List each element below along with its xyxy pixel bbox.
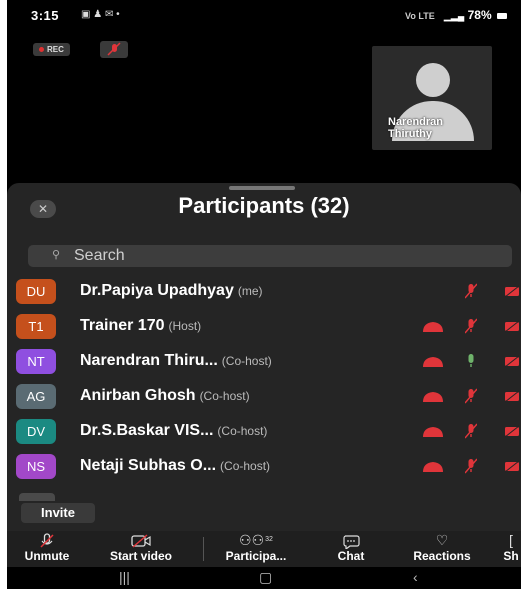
mic-on-icon[interactable] (465, 353, 477, 369)
camera-off-icon[interactable] (505, 460, 521, 473)
list-item[interactable]: NT Narendran Thiru... (Co-host) (7, 345, 521, 379)
participant-name-text: Narendran Thiru... (80, 352, 218, 369)
unmute-label: Unmute (24, 549, 70, 563)
camera-off-icon[interactable] (505, 355, 521, 368)
back-icon[interactable]: ‹ (413, 569, 418, 585)
participant-role: (Co-host) (199, 389, 250, 403)
participant-name-text: Anirban Ghosh (80, 387, 196, 404)
participants-count: 32 (265, 536, 273, 543)
video-off-icon (89, 531, 193, 549)
mic-off-icon[interactable] (465, 318, 477, 334)
start-video-button[interactable]: Start video (89, 531, 193, 567)
participants-label: Participa... (225, 549, 287, 563)
participant-name: Netaji Subhas O... (Co-host) (80, 457, 270, 475)
list-item[interactable]: AG Anirban Ghosh (Co-host) (7, 380, 521, 414)
share-label: Sh (503, 549, 519, 563)
reactions-button[interactable]: ♡ Reactions (397, 531, 487, 567)
participants-icon: ⚇⚇32 (239, 532, 273, 548)
participant-name-text: Dr.S.Baskar VIS... (80, 422, 214, 439)
participant-role: (Co-host) (220, 459, 271, 473)
chat-label: Chat (337, 549, 365, 563)
video-off-icon (423, 462, 443, 472)
record-dot-icon (39, 47, 44, 53)
battery-text: 78% (467, 8, 492, 22)
share-button[interactable]: [ Sh (501, 531, 521, 567)
status-bar: 3:15 ▣ ♟ ✉ • Vo LTE ▁▂▄ 78% (7, 0, 521, 32)
reactions-label: Reactions (413, 549, 471, 563)
list-item[interactable]: DU Dr.Papiya Upadhyay (me) (7, 275, 521, 309)
participant-name: Narendran Thiru... (Co-host) (80, 352, 272, 370)
participant-role: (Host) (168, 319, 202, 333)
list-item[interactable]: NS Netaji Subhas O... (Co-host) (7, 450, 521, 484)
muted-mic-indicator (100, 41, 128, 58)
heart-icon: ♡ (435, 532, 449, 548)
avatar: NS (16, 454, 56, 479)
participant-name-text: Trainer 170 (80, 317, 165, 334)
panel-title: Participants (32) (178, 193, 350, 218)
start-video-label: Start video (109, 549, 172, 563)
mic-off-icon[interactable] (465, 458, 477, 474)
search-box[interactable]: ⚲ (28, 245, 512, 267)
share-icon: [ (509, 532, 513, 548)
toolbar-divider (203, 537, 204, 561)
participants-button[interactable]: ⚇⚇32 Participa... (213, 531, 299, 567)
video-off-icon (423, 322, 443, 332)
participant-name: Dr.S.Baskar VIS... (Co-host) (80, 422, 267, 440)
search-icon: ⚲ (52, 249, 61, 261)
recording-label: REC (47, 45, 64, 54)
participant-role: (Co-host) (221, 354, 272, 368)
video-off-icon (423, 357, 443, 367)
invite-button[interactable]: Invite (21, 503, 95, 523)
camera-off-icon[interactable] (505, 390, 521, 403)
video-off-icon (423, 392, 443, 402)
camera-off-icon[interactable] (505, 320, 521, 333)
avatar: NT (16, 349, 56, 374)
status-right: Vo LTE ▁▂▄ 78% (405, 8, 507, 22)
chat-button[interactable]: Chat (325, 531, 377, 567)
video-tile-name: Narendran Thiruthy (388, 116, 444, 140)
avatar-head-icon (416, 63, 450, 97)
recording-badge[interactable]: REC (33, 43, 70, 56)
participant-name: Dr.Papiya Upadhyay (me) (80, 282, 263, 300)
participant-role: (Co-host) (217, 424, 268, 438)
avatar: DU (16, 279, 56, 304)
phone-screen: 3:15 ▣ ♟ ✉ • Vo LTE ▁▂▄ 78% REC Narendra… (7, 0, 521, 589)
android-nav-bar: ||| ▢ ‹ (7, 567, 521, 589)
participant-role: (me) (237, 284, 263, 298)
participant-name-text: Dr.Papiya Upadhyay (80, 282, 234, 299)
mic-off-icon[interactable] (465, 423, 477, 439)
drag-handle[interactable] (229, 186, 295, 190)
battery-icon (497, 12, 507, 19)
mic-off-icon[interactable] (465, 283, 477, 299)
list-item-partial (19, 493, 55, 501)
chat-icon (325, 531, 377, 551)
notification-icons: ▣ ♟ ✉ • (81, 9, 120, 20)
avatar: AG (16, 384, 56, 409)
avatar: DV (16, 419, 56, 444)
recents-icon[interactable]: ||| (119, 569, 130, 585)
participant-name: Trainer 170 (Host) (80, 317, 201, 335)
list-item[interactable]: DV Dr.S.Baskar VIS... (Co-host) (7, 415, 521, 449)
video-tile[interactable]: Narendran Thiruthy (372, 46, 492, 150)
participants-sheet: ✕ Participants (32) ⚲ DUDr.Papiya Upadhy… (7, 183, 521, 531)
mic-off-icon[interactable] (465, 388, 477, 404)
status-time: 3:15 (31, 8, 60, 23)
camera-off-icon[interactable] (505, 285, 521, 298)
participant-name: Anirban Ghosh (Co-host) (80, 387, 250, 405)
mic-off-icon (107, 42, 121, 56)
unmute-button[interactable]: Unmute (7, 531, 87, 567)
list-item[interactable]: T1 Trainer 170 (Host) (7, 310, 521, 344)
camera-off-icon[interactable] (505, 425, 521, 438)
signal-text: Vo LTE (405, 11, 435, 21)
avatar: T1 (16, 314, 56, 339)
meeting-toolbar: Unmute Start video ⚇⚇32 Participa... Cha… (7, 531, 521, 567)
search-input[interactable] (74, 245, 474, 267)
home-icon[interactable]: ▢ (259, 569, 272, 586)
signal-icon: ▁▂▄ (444, 11, 465, 21)
video-off-icon (423, 427, 443, 437)
participant-name-text: Netaji Subhas O... (80, 457, 217, 474)
mic-off-icon (7, 531, 87, 549)
